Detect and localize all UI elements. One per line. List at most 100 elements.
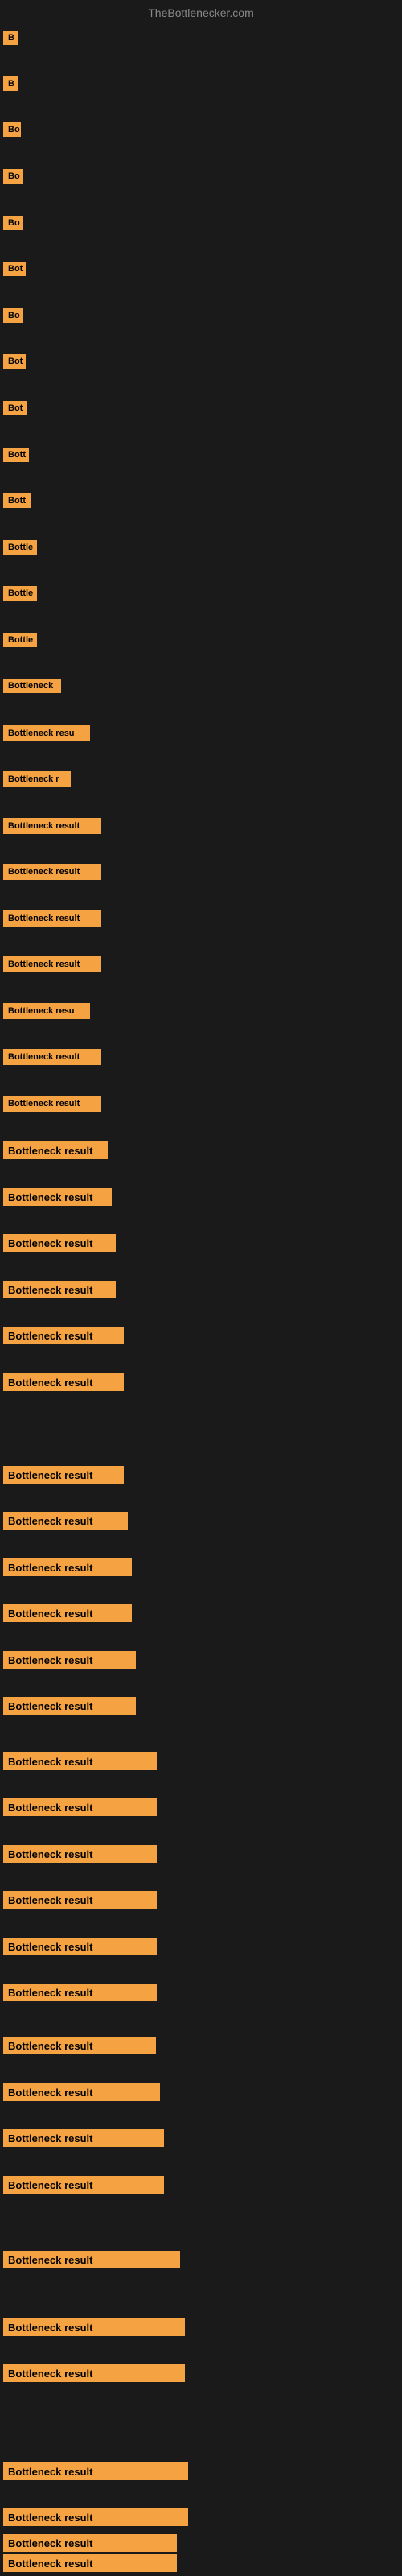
list-item: Bottleneck result — [3, 1984, 157, 2001]
bottleneck-label: Bottleneck result — [3, 2364, 185, 2382]
list-item: Bottleneck result — [3, 2037, 156, 2054]
bottleneck-label: Bottleneck result — [3, 1938, 157, 1955]
list-item: Bottleneck result — [3, 1697, 136, 1715]
bottleneck-label: Bottleneck result — [3, 1466, 124, 1484]
list-item: Bottleneck result — [3, 1234, 116, 1252]
bottleneck-label: Bo — [3, 308, 23, 323]
list-item: Bottleneck result — [3, 2508, 188, 2526]
list-item: Bottleneck result — [3, 864, 101, 880]
list-item: Bottleneck result — [3, 1049, 101, 1065]
bottleneck-label: Bottleneck result — [3, 1891, 157, 1909]
list-item: Bottleneck result — [3, 1845, 157, 1863]
list-item: Bottleneck — [3, 679, 61, 693]
bottleneck-label: Bot — [3, 354, 26, 369]
list-item: Bottle — [3, 586, 37, 601]
list-item: Bottleneck result — [3, 2129, 164, 2147]
list-item: Bottleneck result — [3, 956, 101, 972]
bottleneck-label: Bottleneck result — [3, 1281, 116, 1298]
bottleneck-label: Bottleneck result — [3, 1188, 112, 1206]
bottleneck-label: Bottleneck result — [3, 1752, 157, 1770]
list-item: Bottle — [3, 540, 37, 555]
list-item: Bottleneck result — [3, 2462, 188, 2480]
list-item: Bottleneck result — [3, 1752, 157, 1770]
bottleneck-label: Bottleneck result — [3, 1558, 132, 1576]
list-item: Bottleneck result — [3, 2318, 185, 2336]
list-item: Bottleneck result — [3, 2176, 164, 2194]
bottleneck-label: Bottle — [3, 540, 37, 555]
bottleneck-label: Bottleneck result — [3, 1798, 157, 1816]
list-item: Bottleneck result — [3, 1327, 124, 1344]
list-item: Bottleneck result — [3, 2251, 180, 2268]
list-item: B — [3, 76, 18, 91]
list-item: Bottleneck r — [3, 771, 71, 787]
bottleneck-label: Bottleneck result — [3, 1234, 116, 1252]
bottleneck-label: B — [3, 76, 18, 91]
bottleneck-label: Bottleneck resu — [3, 725, 90, 741]
bottleneck-label: Bottleneck result — [3, 1049, 101, 1065]
bottleneck-label: Bottleneck result — [3, 1141, 108, 1159]
list-item: Bottle — [3, 633, 37, 647]
bottleneck-label: Bottleneck result — [3, 2508, 188, 2526]
list-item: Bottleneck result — [3, 1373, 124, 1391]
bottleneck-label: Bo — [3, 122, 21, 137]
site-title: TheBottlenecker.com — [0, 0, 402, 26]
list-item: Bott — [3, 448, 29, 462]
list-item: Bottleneck result — [3, 1651, 136, 1669]
bottleneck-label: Bottleneck result — [3, 2129, 164, 2147]
bottleneck-label: Bot — [3, 401, 27, 415]
list-item: Bottleneck result — [3, 1798, 157, 1816]
list-item: Bottleneck result — [3, 1558, 132, 1576]
bottleneck-label: Bottleneck — [3, 679, 61, 693]
list-item: Bottleneck result — [3, 1281, 116, 1298]
bottleneck-label: Bottleneck result — [3, 2534, 177, 2552]
bottleneck-label: Bottleneck result — [3, 1845, 157, 1863]
bottleneck-label: Bottleneck result — [3, 1512, 128, 1530]
bottleneck-label: Bottleneck result — [3, 2554, 177, 2572]
bottleneck-label: Bottleneck result — [3, 2318, 185, 2336]
list-item: Bot — [3, 262, 26, 276]
list-item: Bottleneck result — [3, 1604, 132, 1622]
list-item: B — [3, 31, 18, 45]
bottleneck-label: Bottleneck result — [3, 910, 101, 927]
bottleneck-label: Bottleneck result — [3, 1327, 124, 1344]
bottleneck-label: B — [3, 31, 18, 45]
bottleneck-label: Bottleneck result — [3, 1096, 101, 1112]
list-item: Bottleneck resu — [3, 725, 90, 741]
bottleneck-label: Bottleneck result — [3, 1697, 136, 1715]
bottleneck-label: Bott — [3, 448, 29, 462]
list-item: Bottleneck result — [3, 2083, 160, 2101]
bottleneck-label: Bott — [3, 493, 31, 508]
bottleneck-label: Bottle — [3, 586, 37, 601]
bottleneck-label: Bo — [3, 216, 23, 230]
list-item: Bottleneck result — [3, 1466, 124, 1484]
list-item: Bottleneck result — [3, 2554, 177, 2572]
list-item: Bottleneck result — [3, 2534, 177, 2552]
bottleneck-label: Bottleneck result — [3, 1604, 132, 1622]
list-item: Bottleneck result — [3, 1188, 112, 1206]
list-item: Bo — [3, 308, 23, 323]
list-item: Bottleneck result — [3, 1891, 157, 1909]
bottleneck-label: Bottleneck result — [3, 2176, 164, 2194]
bottleneck-label: Bottleneck result — [3, 1373, 124, 1391]
list-item: Bottleneck result — [3, 2364, 185, 2382]
list-item: Bottleneck result — [3, 1512, 128, 1530]
bottleneck-label: Bottleneck result — [3, 864, 101, 880]
bottleneck-label: Bottleneck result — [3, 1984, 157, 2001]
list-item: Bottleneck result — [3, 1141, 108, 1159]
bottleneck-label: Bottleneck resu — [3, 1003, 90, 1019]
bottleneck-label: Bottleneck result — [3, 956, 101, 972]
bottleneck-label: Bo — [3, 169, 23, 184]
bottleneck-label: Bottleneck r — [3, 771, 71, 787]
list-item: Bottleneck result — [3, 910, 101, 927]
list-item: Bottleneck result — [3, 1938, 157, 1955]
list-item: Bott — [3, 493, 31, 508]
bottleneck-label: Bottleneck result — [3, 2251, 180, 2268]
list-item: Bo — [3, 169, 23, 184]
list-item: Bot — [3, 401, 27, 415]
list-item: Bottleneck resu — [3, 1003, 90, 1019]
bottleneck-label: Bot — [3, 262, 26, 276]
list-item: Bo — [3, 216, 23, 230]
list-item: Bot — [3, 354, 26, 369]
list-item: Bottleneck result — [3, 818, 101, 834]
list-item: Bo — [3, 122, 21, 137]
